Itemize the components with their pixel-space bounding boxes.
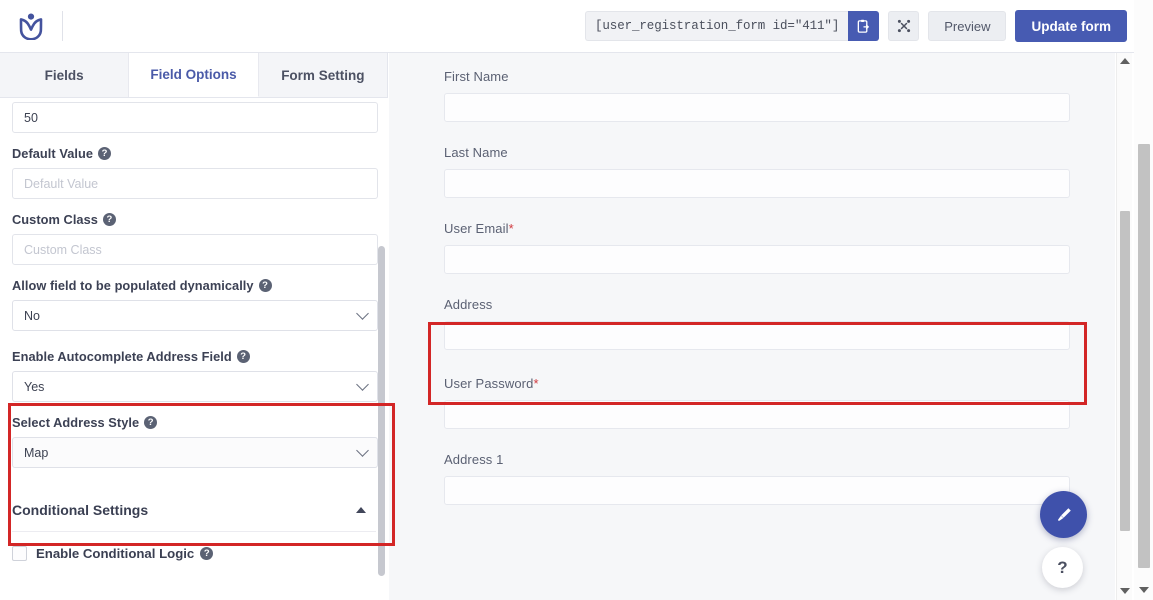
scroll-up-arrow-icon[interactable] — [1119, 58, 1130, 64]
shortcode-group: [user_registration_form id="411"] — [584, 11, 880, 41]
preview-input-last-name[interactable] — [444, 169, 1070, 198]
field-custom-class: Custom Class ? — [12, 212, 378, 265]
address-style-label: Select Address Style — [12, 415, 140, 430]
populate-dynamically-select[interactable]: No — [12, 300, 378, 331]
preview-label-address-1: Address 1 — [444, 452, 504, 467]
update-form-button[interactable]: Update form — [1015, 10, 1127, 42]
address-style-label-row: Select Address Style ? — [12, 415, 376, 430]
caret-up-icon[interactable] — [356, 507, 366, 513]
clipboard-copy-icon[interactable] — [848, 11, 880, 41]
conditional-settings-header[interactable]: Conditional Settings — [12, 488, 376, 532]
paintbrush-glyph — [1057, 507, 1071, 521]
preview-label-address: Address — [444, 297, 493, 312]
preview-label-first-name: First Name — [444, 69, 509, 84]
question-mark-help-icon[interactable]: ? — [102, 213, 116, 226]
tab-fields[interactable]: Fields — [0, 53, 130, 97]
required-marker: * — [533, 376, 539, 391]
address-style-select-wrap: Map — [12, 437, 378, 468]
shortcode-value[interactable]: [user_registration_form id="411"] — [584, 11, 849, 41]
preview-field-address: Address — [444, 297, 1071, 350]
preview-field-last-name: Last Name — [444, 145, 1071, 198]
preview-input-user-password[interactable] — [444, 400, 1070, 429]
default-value-label-row: Default Value ? — [12, 146, 376, 161]
limit-length-input[interactable] — [12, 102, 378, 133]
browser-scrollbar-thumb[interactable] — [1138, 144, 1150, 568]
custom-class-label: Custom Class — [12, 212, 98, 227]
autocomplete-label-row: Enable Autocomplete Address Field ? — [12, 349, 376, 364]
populate-dynamically-select-wrap: No — [12, 300, 378, 331]
top-toolbar: [user_registration_form id="411"] Previe… — [0, 0, 1153, 53]
default-value-label: Default Value — [12, 146, 94, 161]
preview-input-address[interactable] — [444, 321, 1070, 350]
default-value-input[interactable] — [12, 168, 378, 199]
field-options-sidebar: Fields Field Options Form Setting Defaul… — [0, 53, 395, 600]
enable-conditional-logic-label: Enable Conditional Logic — [36, 546, 195, 561]
autocomplete-label: Enable Autocomplete Address Field — [12, 349, 232, 364]
sidebar-scrollbar[interactable] — [378, 146, 385, 600]
conditional-settings-title: Conditional Settings — [12, 502, 149, 518]
preview-scrollbar[interactable] — [1116, 53, 1132, 600]
question-mark-help-icon[interactable]: ? — [236, 350, 250, 363]
scroll-down-arrow-icon[interactable] — [1119, 588, 1130, 594]
tab-field-options[interactable]: Field Options — [129, 53, 259, 97]
question-mark-help-icon[interactable]: ? — [200, 547, 214, 560]
preview-field-user-email: User Email* — [444, 221, 1071, 274]
fullscreen-glyph — [897, 19, 910, 33]
populate-dynamically-label-row: Allow field to be populated dynamically … — [12, 278, 376, 293]
preview-input-user-email[interactable] — [444, 245, 1070, 274]
tab-form-setting[interactable]: Form Setting — [258, 53, 387, 97]
preview-field-first-name: First Name — [444, 69, 1071, 122]
address-style-select[interactable]: Map — [12, 437, 378, 468]
question-mark-help-icon[interactable]: ? — [98, 147, 112, 160]
clipboard-copy-glyph — [857, 19, 870, 33]
field-default-value: Default Value ? — [12, 146, 378, 199]
populate-dynamically-label: Allow field to be populated dynamically — [12, 278, 254, 293]
field-populate-dynamically: Allow field to be populated dynamically … — [12, 278, 378, 331]
sidebar-tabs: Fields Field Options Form Setting — [0, 53, 387, 98]
autocomplete-select-wrap: Yes — [12, 371, 378, 402]
field-enable-autocomplete-address: Enable Autocomplete Address Field ? Yes — [12, 349, 378, 402]
required-marker: * — [508, 221, 514, 236]
help-fab-button[interactable]: ? — [1042, 547, 1083, 588]
question-mark-help-icon[interactable]: ? — [144, 416, 158, 429]
custom-class-label-row: Custom Class ? — [12, 212, 376, 227]
sidebar-scrollbar-thumb[interactable] — [378, 246, 385, 576]
field-select-address-style: Select Address Style ? Map — [12, 415, 378, 468]
form-preview-panel: First Name Last Name User Email* Address… — [389, 53, 1115, 600]
preview-label-user-password: User Password* — [444, 376, 539, 391]
preview-label-last-name: Last Name — [444, 145, 508, 160]
question-mark-help-icon[interactable]: ? — [258, 279, 272, 292]
scroll-down-arrow-icon[interactable] — [1138, 587, 1149, 593]
preview-button[interactable]: Preview — [928, 11, 1007, 41]
form-preview-fields: First Name Last Name User Email* Address… — [389, 53, 1115, 505]
enable-conditional-logic-checkbox[interactable] — [12, 546, 27, 561]
browser-scrollbar[interactable] — [1134, 0, 1153, 600]
paintbrush-icon[interactable] — [1040, 491, 1087, 538]
logo-glyph — [19, 13, 43, 40]
enable-conditional-logic-label-row: Enable Conditional Logic ? — [36, 546, 214, 561]
preview-field-user-password: User Password* — [444, 376, 1071, 429]
autocomplete-select[interactable]: Yes — [12, 371, 378, 402]
custom-class-input[interactable] — [12, 234, 378, 265]
preview-input-address-1[interactable] — [444, 476, 1070, 505]
toolbar-actions: [user_registration_form id="411"] Previe… — [584, 10, 1153, 42]
preview-scrollbar-thumb[interactable] — [1120, 211, 1130, 531]
field-limit-length — [12, 102, 378, 133]
enable-conditional-logic-row[interactable]: Enable Conditional Logic ? — [12, 546, 376, 561]
preview-label-user-email: User Email* — [444, 221, 514, 236]
fullscreen-expand-icon[interactable] — [888, 11, 920, 41]
sidebar-content: Default Value ? Custom Class ? — [0, 102, 388, 561]
preview-input-first-name[interactable] — [444, 93, 1070, 122]
preview-field-address-1: Address 1 — [444, 452, 1071, 505]
form-builder-app: [user_registration_form id="411"] Previe… — [0, 0, 1153, 600]
user-registration-logo[interactable] — [0, 13, 62, 40]
sidebar-scroll-area: Default Value ? Custom Class ? — [0, 98, 388, 600]
logo-divider — [62, 11, 63, 41]
